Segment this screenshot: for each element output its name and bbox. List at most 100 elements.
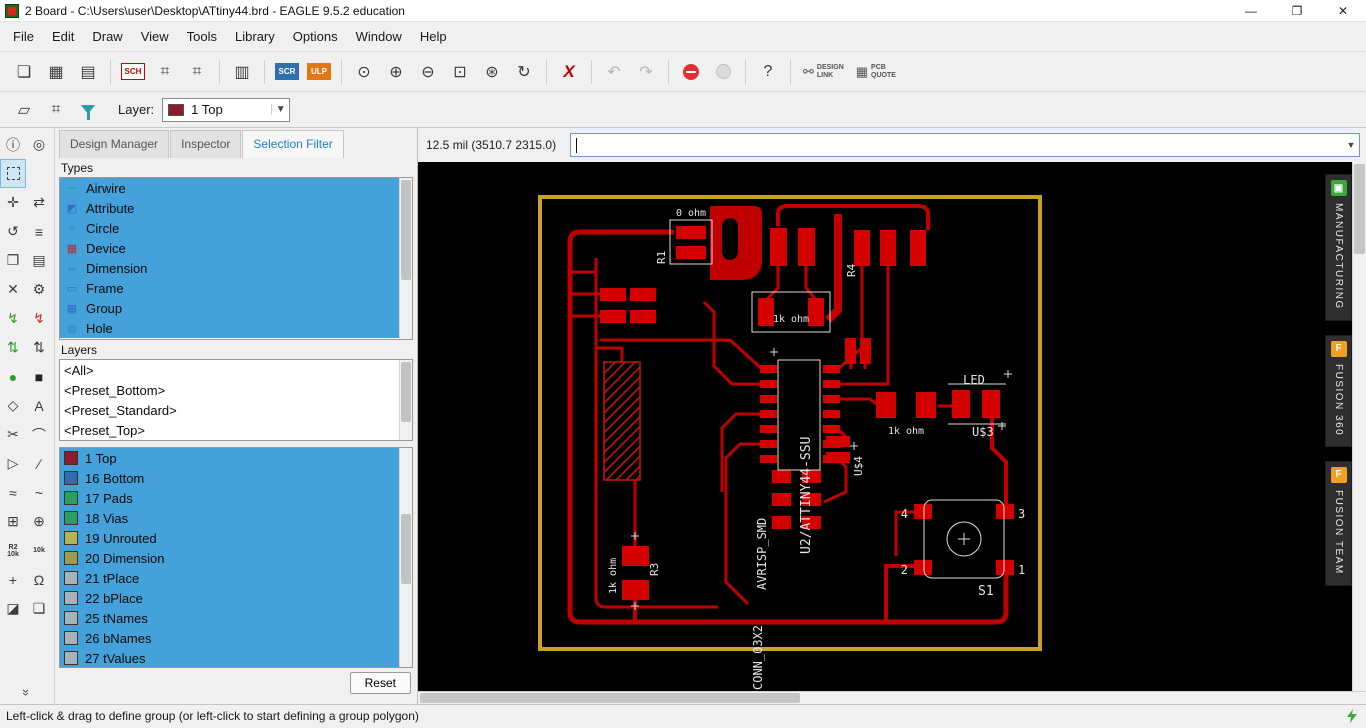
- library-manager-icon[interactable]: ▥: [227, 58, 257, 86]
- command-input[interactable]: [571, 134, 1343, 156]
- help-icon[interactable]: ?: [753, 58, 783, 86]
- hatched-region[interactable]: [603, 361, 641, 481]
- invoke-tool-icon[interactable]: ▷: [0, 449, 26, 478]
- type-row-attribute[interactable]: ◩ Attribute: [60, 198, 412, 218]
- wire-tool-icon[interactable]: ↯: [0, 304, 26, 333]
- schematic-editor-icon[interactable]: SCH: [118, 58, 148, 86]
- copy-tool-icon[interactable]: ❐: [0, 246, 26, 275]
- text-tool-icon[interactable]: A: [26, 391, 52, 420]
- group-select-tool-icon[interactable]: [0, 159, 26, 188]
- tab-fusion-team[interactable]: F FUSION TEAM: [1325, 460, 1352, 586]
- tab-design-manager[interactable]: Design Manager: [59, 130, 170, 158]
- command-dropdown-chevron-icon[interactable]: ▼: [1343, 140, 1359, 150]
- tab-fusion-360[interactable]: F FUSION 360: [1325, 334, 1352, 447]
- delete-tool-icon[interactable]: ✕: [0, 275, 26, 304]
- cam-processor-icon[interactable]: ⌗: [150, 58, 180, 86]
- board-canvas[interactable]: 0 ohm R1 R4 1k ohm LED U$3 1k ohm U$4 U2…: [418, 162, 1352, 691]
- tab-inspector[interactable]: Inspector: [170, 130, 242, 158]
- mark-tool-icon[interactable]: +: [0, 565, 26, 594]
- show-tool-icon[interactable]: ◎: [26, 130, 52, 159]
- via-tool-icon[interactable]: ●: [0, 362, 26, 391]
- preset-standard[interactable]: <Preset_Standard>: [60, 400, 412, 420]
- menu-options[interactable]: Options: [284, 24, 347, 49]
- preset-all[interactable]: <All>: [60, 360, 412, 380]
- types-scrollbar[interactable]: [399, 178, 412, 339]
- drill-tool-icon[interactable]: ⊕: [26, 507, 52, 536]
- mirror-tool-icon[interactable]: ⇄: [26, 188, 52, 217]
- resistor-tool-icon[interactable]: 10k: [26, 536, 52, 565]
- layer-row-bnames[interactable]: 26 bNames: [60, 628, 412, 648]
- layer-row-bottom[interactable]: 16 Bottom: [60, 468, 412, 488]
- pad-tool-icon[interactable]: ■: [26, 362, 52, 391]
- type-row-dimension[interactable]: ↔ Dimension: [60, 258, 412, 278]
- layer-row-bplace[interactable]: 22 bPlace: [60, 588, 412, 608]
- tab-selection-filter[interactable]: Selection Filter: [242, 130, 344, 158]
- layer-row-tnames[interactable]: 25 tNames: [60, 608, 412, 628]
- type-row-group[interactable]: ▦ Group: [60, 298, 412, 318]
- route-tool-icon[interactable]: ⇅: [26, 333, 52, 362]
- grid-icon[interactable]: ⌗: [41, 96, 71, 124]
- tab-manufacturing[interactable]: ▣ MANUFACTURING: [1325, 174, 1352, 321]
- presets-scrollbar[interactable]: [399, 360, 412, 440]
- miter-tool-icon[interactable]: ⌒: [26, 420, 52, 449]
- pcb-quote-button[interactable]: ▦ PCB QUOTE: [856, 64, 896, 80]
- type-row-device[interactable]: ▦ Device: [60, 238, 412, 258]
- design-link-button[interactable]: ⚯ DESIGN LINK: [803, 64, 844, 80]
- menu-view[interactable]: View: [132, 24, 178, 49]
- layer-row-tplace[interactable]: 21 tPlace: [60, 568, 412, 588]
- swap-tool-icon[interactable]: ⇅: [0, 333, 26, 362]
- menu-tools[interactable]: Tools: [178, 24, 226, 49]
- eraser-tool-icon[interactable]: ◪: [0, 594, 26, 623]
- import-export-icon[interactable]: ⌗: [182, 58, 212, 86]
- canvas-vertical-scrollbar[interactable]: [1352, 162, 1366, 691]
- zoom-previous-icon[interactable]: ⊛: [477, 58, 507, 86]
- line-tool-icon[interactable]: ∕: [26, 449, 52, 478]
- layers-scrollbar[interactable]: [399, 448, 412, 667]
- menu-draw[interactable]: Draw: [83, 24, 131, 49]
- type-row-hole[interactable]: ◎ Hole: [60, 318, 412, 338]
- zoom-select-icon[interactable]: ⊡: [445, 58, 475, 86]
- close-button[interactable]: ✕: [1320, 0, 1366, 21]
- zoom-fit-icon[interactable]: ⊙: [349, 58, 379, 86]
- type-row-frame[interactable]: ▭ Frame: [60, 278, 412, 298]
- print-icon[interactable]: ▤: [73, 58, 103, 86]
- maximize-button[interactable]: ❐: [1274, 0, 1320, 21]
- menu-library[interactable]: Library: [226, 24, 284, 49]
- more-tools-chevron-icon[interactable]: »: [0, 680, 54, 704]
- paste-tool-icon[interactable]: ▤: [26, 246, 52, 275]
- value-tool-icon[interactable]: R2 10k: [0, 536, 26, 565]
- layer-row-top[interactable]: 1 Top: [60, 448, 412, 468]
- menu-edit[interactable]: Edit: [43, 24, 83, 49]
- signal-tool-icon[interactable]: ~: [26, 478, 52, 507]
- measure-tool-icon[interactable]: Ω: [26, 565, 52, 594]
- change-tool-icon[interactable]: ⚙: [26, 275, 52, 304]
- type-row-airwire[interactable]: ─ Airwire: [60, 178, 412, 198]
- layer-row-pads[interactable]: 17 Pads: [60, 488, 412, 508]
- redo-icon[interactable]: ↷: [631, 58, 661, 86]
- layer-row-unrouted[interactable]: 19 Unrouted: [60, 528, 412, 548]
- board-labels[interactable]: 0 ohm R1 R4 1k ohm LED U$3 1k ohm U$4 U2…: [608, 208, 1025, 690]
- attribute-tool-icon[interactable]: ❏: [26, 594, 52, 623]
- split-tool-icon[interactable]: ✂: [0, 420, 26, 449]
- preset-top[interactable]: <Preset_Top>: [60, 420, 412, 440]
- pcb-drawing[interactable]: 0 ohm R1 R4 1k ohm LED U$3 1k ohm U$4 U2…: [418, 162, 1352, 691]
- minimize-button[interactable]: —: [1228, 0, 1274, 21]
- display-tool-icon[interactable]: [26, 159, 52, 188]
- layer-row-dimension[interactable]: 20 Dimension: [60, 548, 412, 568]
- selection-filter-funnel-icon[interactable]: [73, 96, 103, 124]
- menu-file[interactable]: File: [4, 24, 43, 49]
- layer-row-tvalues[interactable]: 27 tValues: [60, 648, 412, 667]
- layer-dropdown[interactable]: 1 Top ▼: [162, 97, 291, 122]
- move-tool-icon[interactable]: ✛: [0, 188, 26, 217]
- script-icon[interactable]: SCR: [272, 58, 302, 86]
- info-tool-icon[interactable]: ⓘ: [0, 130, 26, 159]
- preset-bottom[interactable]: <Preset_Bottom>: [60, 380, 412, 400]
- stop-command-icon[interactable]: X: [554, 58, 584, 86]
- zoom-in-icon[interactable]: ⊕: [381, 58, 411, 86]
- reset-button[interactable]: Reset: [349, 672, 411, 694]
- change-style-icon[interactable]: ▱: [9, 96, 39, 124]
- ripup-tool-icon[interactable]: ↯: [26, 304, 52, 333]
- ulp-icon[interactable]: ULP: [304, 58, 334, 86]
- layer-row-vias[interactable]: 18 Vias: [60, 508, 412, 528]
- type-row-circle[interactable]: ○ Circle: [60, 218, 412, 238]
